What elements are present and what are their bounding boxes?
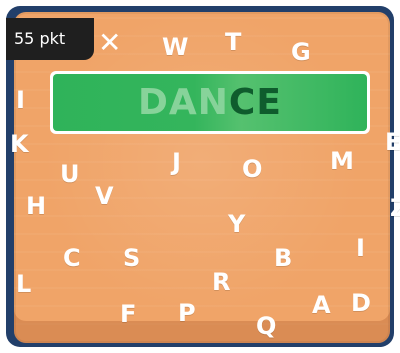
letter-y[interactable]: Y	[228, 210, 245, 238]
letter-d[interactable]: D	[351, 289, 371, 317]
letter-u[interactable]: U	[60, 160, 80, 188]
letter-p[interactable]: P	[178, 299, 196, 327]
letter-r[interactable]: R	[212, 268, 230, 296]
close-icon[interactable]: ✕	[98, 29, 124, 57]
letter-f[interactable]: F	[120, 300, 136, 328]
letter-o[interactable]: O	[242, 155, 262, 183]
score-label: 55 pkt	[6, 18, 94, 60]
letter-t[interactable]: T	[225, 28, 241, 56]
target-word-panel: DAN CE	[50, 71, 370, 134]
target-word: DAN CE	[53, 74, 367, 131]
letter-j[interactable]: J	[172, 148, 181, 176]
letter-l-left[interactable]: L	[16, 270, 31, 298]
letter-m[interactable]: M	[330, 147, 354, 175]
letter-e-right[interactable]: E	[385, 128, 400, 156]
letter-q[interactable]: Q	[256, 312, 276, 340]
letter-w[interactable]: W	[162, 33, 188, 61]
letter-v[interactable]: V	[95, 182, 114, 210]
letter-k-left[interactable]: K	[10, 130, 29, 158]
letter-i-left[interactable]: I	[16, 86, 25, 114]
letter-s[interactable]: S	[123, 244, 140, 272]
letter-g[interactable]: G	[291, 38, 311, 66]
letter-c[interactable]: C	[63, 244, 81, 272]
letter-i-right[interactable]: I	[356, 234, 365, 262]
letter-a[interactable]: A	[312, 291, 331, 319]
word-pending-letters: CE	[228, 82, 282, 123]
letter-z-right[interactable]: Z	[390, 194, 400, 222]
letter-b[interactable]: B	[274, 244, 292, 272]
word-found-letters: DAN	[138, 82, 229, 123]
letter-h[interactable]: H	[26, 192, 46, 220]
